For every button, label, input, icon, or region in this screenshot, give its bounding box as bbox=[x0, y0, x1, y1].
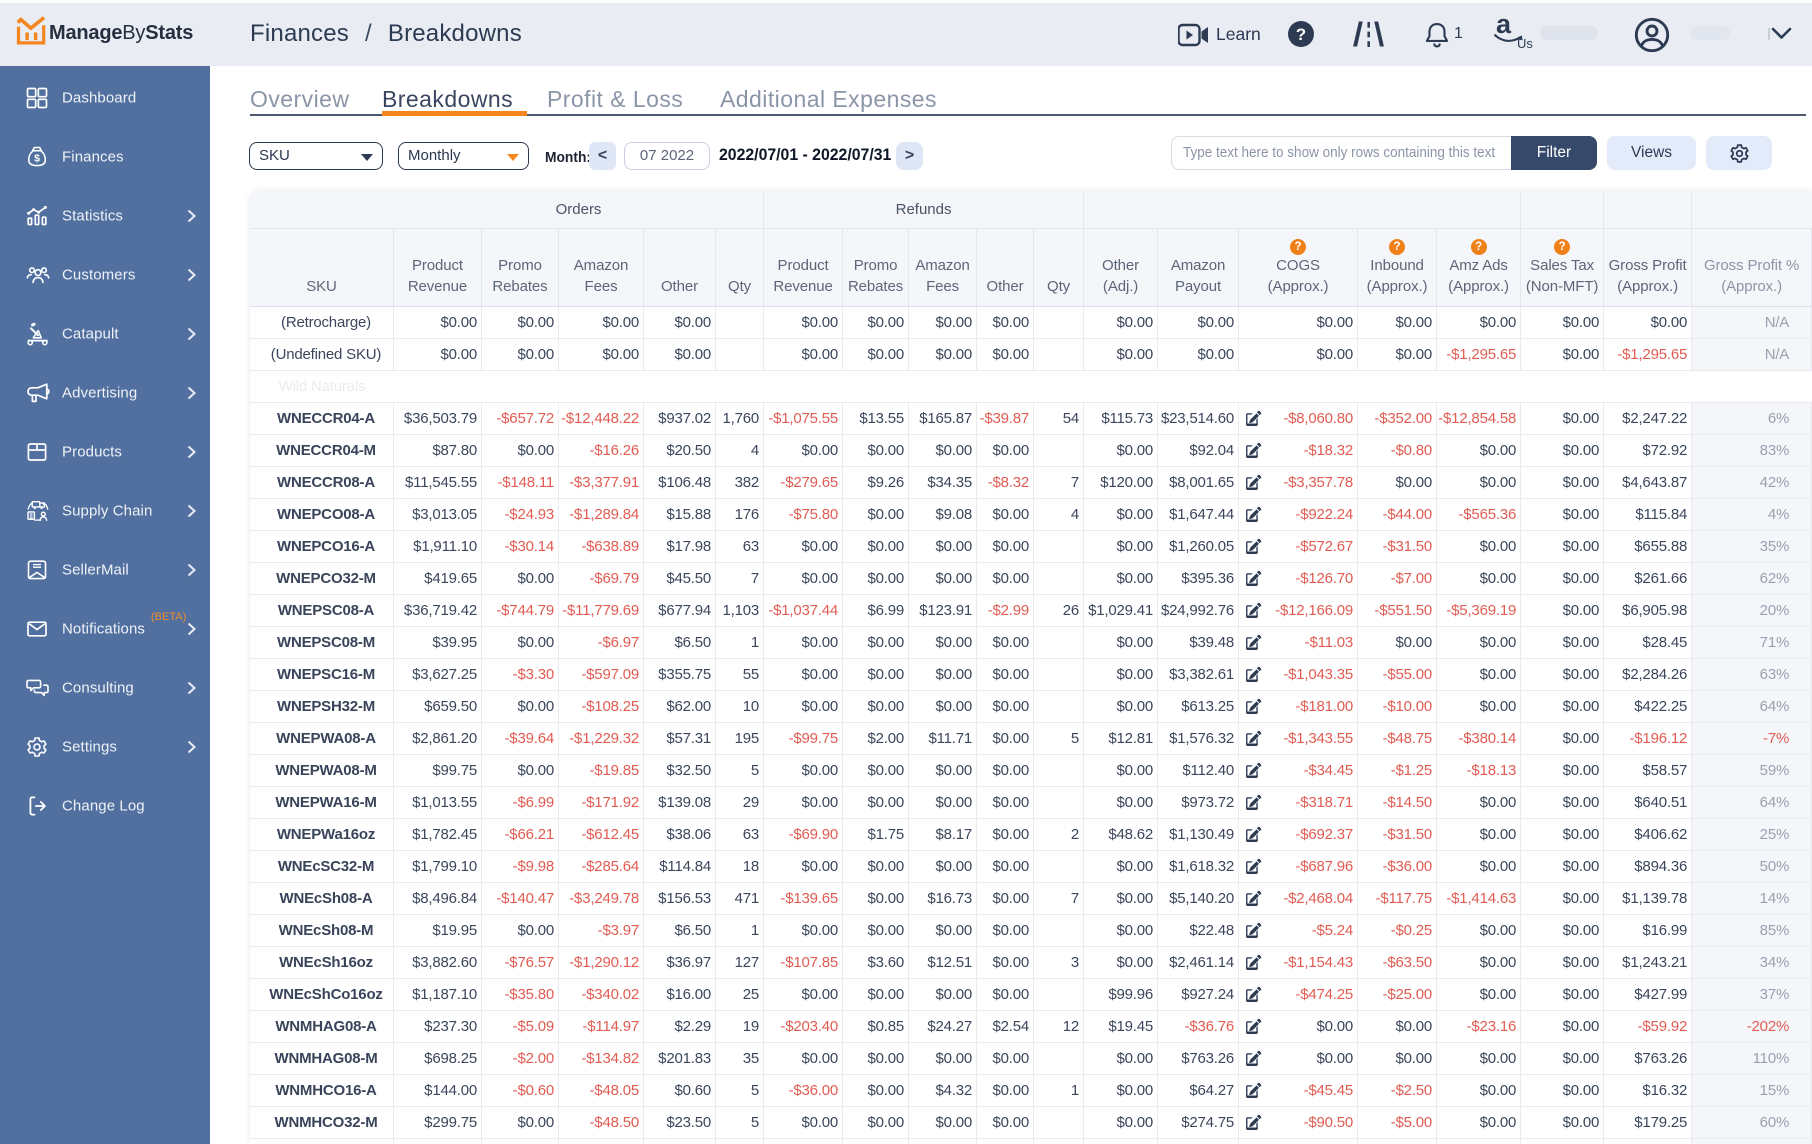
svg-text:$: $ bbox=[34, 152, 40, 164]
svg-text:?: ? bbox=[1296, 25, 1306, 44]
